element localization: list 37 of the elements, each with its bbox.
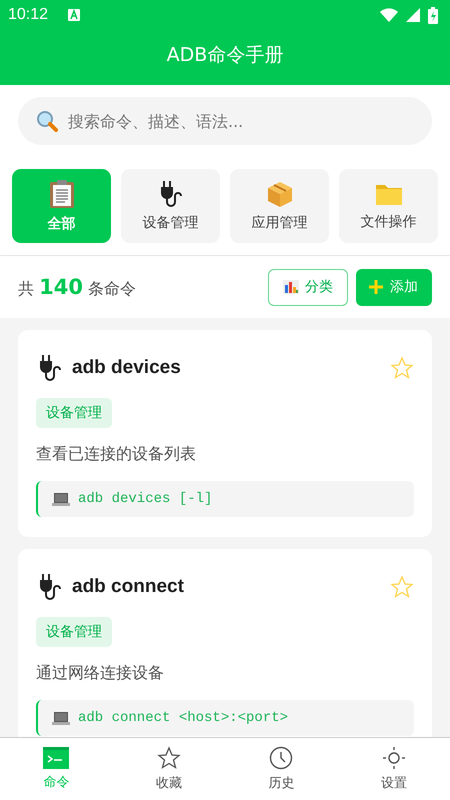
clock-icon: [269, 746, 294, 770]
star-icon[interactable]: [390, 356, 414, 380]
syntax-text: adb devices [-l]: [78, 491, 212, 507]
notification-icon: [68, 9, 80, 21]
laptop-icon: [52, 492, 70, 506]
search-field[interactable]: 搜索命令、描述、语法...: [18, 97, 432, 145]
clipboard-icon: [48, 179, 76, 209]
category-tag: 设备管理: [36, 398, 112, 428]
category-tab[interactable]: 设备管理: [121, 169, 220, 243]
category-tab[interactable]: 应用管理: [230, 169, 329, 243]
star-icon: [156, 746, 181, 770]
wifi-icon: [380, 8, 398, 22]
settings-icon: [382, 746, 406, 770]
status-time: 10:12: [8, 6, 48, 24]
box-icon: [266, 180, 294, 208]
command-description: 查看已连接的设备列表: [36, 444, 196, 465]
battery-icon: [428, 6, 438, 24]
laptop-icon: [52, 711, 70, 725]
plus-icon: [368, 279, 384, 295]
command-title: adb connect: [72, 576, 184, 598]
command-card[interactable]: adb connect 设备管理 通过网络连接设备 adb connect <host>:<port>: [18, 549, 432, 737]
category-tab[interactable]: 文件操作: [339, 169, 438, 243]
syntax-text: adb connect <host>:<port>: [78, 710, 288, 726]
category-tag: 设备管理: [36, 617, 112, 647]
bar-chart-icon: [283, 280, 299, 294]
star-icon[interactable]: [390, 575, 414, 599]
nav-tab[interactable]: 收藏: [112, 738, 225, 800]
search-icon: [36, 110, 58, 132]
signal-icon: [406, 8, 420, 22]
command-title: adb devices: [72, 357, 181, 379]
nav-tab[interactable]: 设置: [338, 738, 450, 800]
terminal-icon: [43, 747, 70, 769]
nav-tab[interactable]: 历史: [225, 738, 338, 800]
command-card[interactable]: adb devices 设备管理 查看已连接的设备列表 adb devices [-l]: [18, 330, 432, 537]
app-title: ADB命令手册: [166, 43, 284, 68]
command-description: 通过网络连接设备: [36, 663, 164, 684]
command-count: 共 140 条命令: [18, 274, 136, 300]
